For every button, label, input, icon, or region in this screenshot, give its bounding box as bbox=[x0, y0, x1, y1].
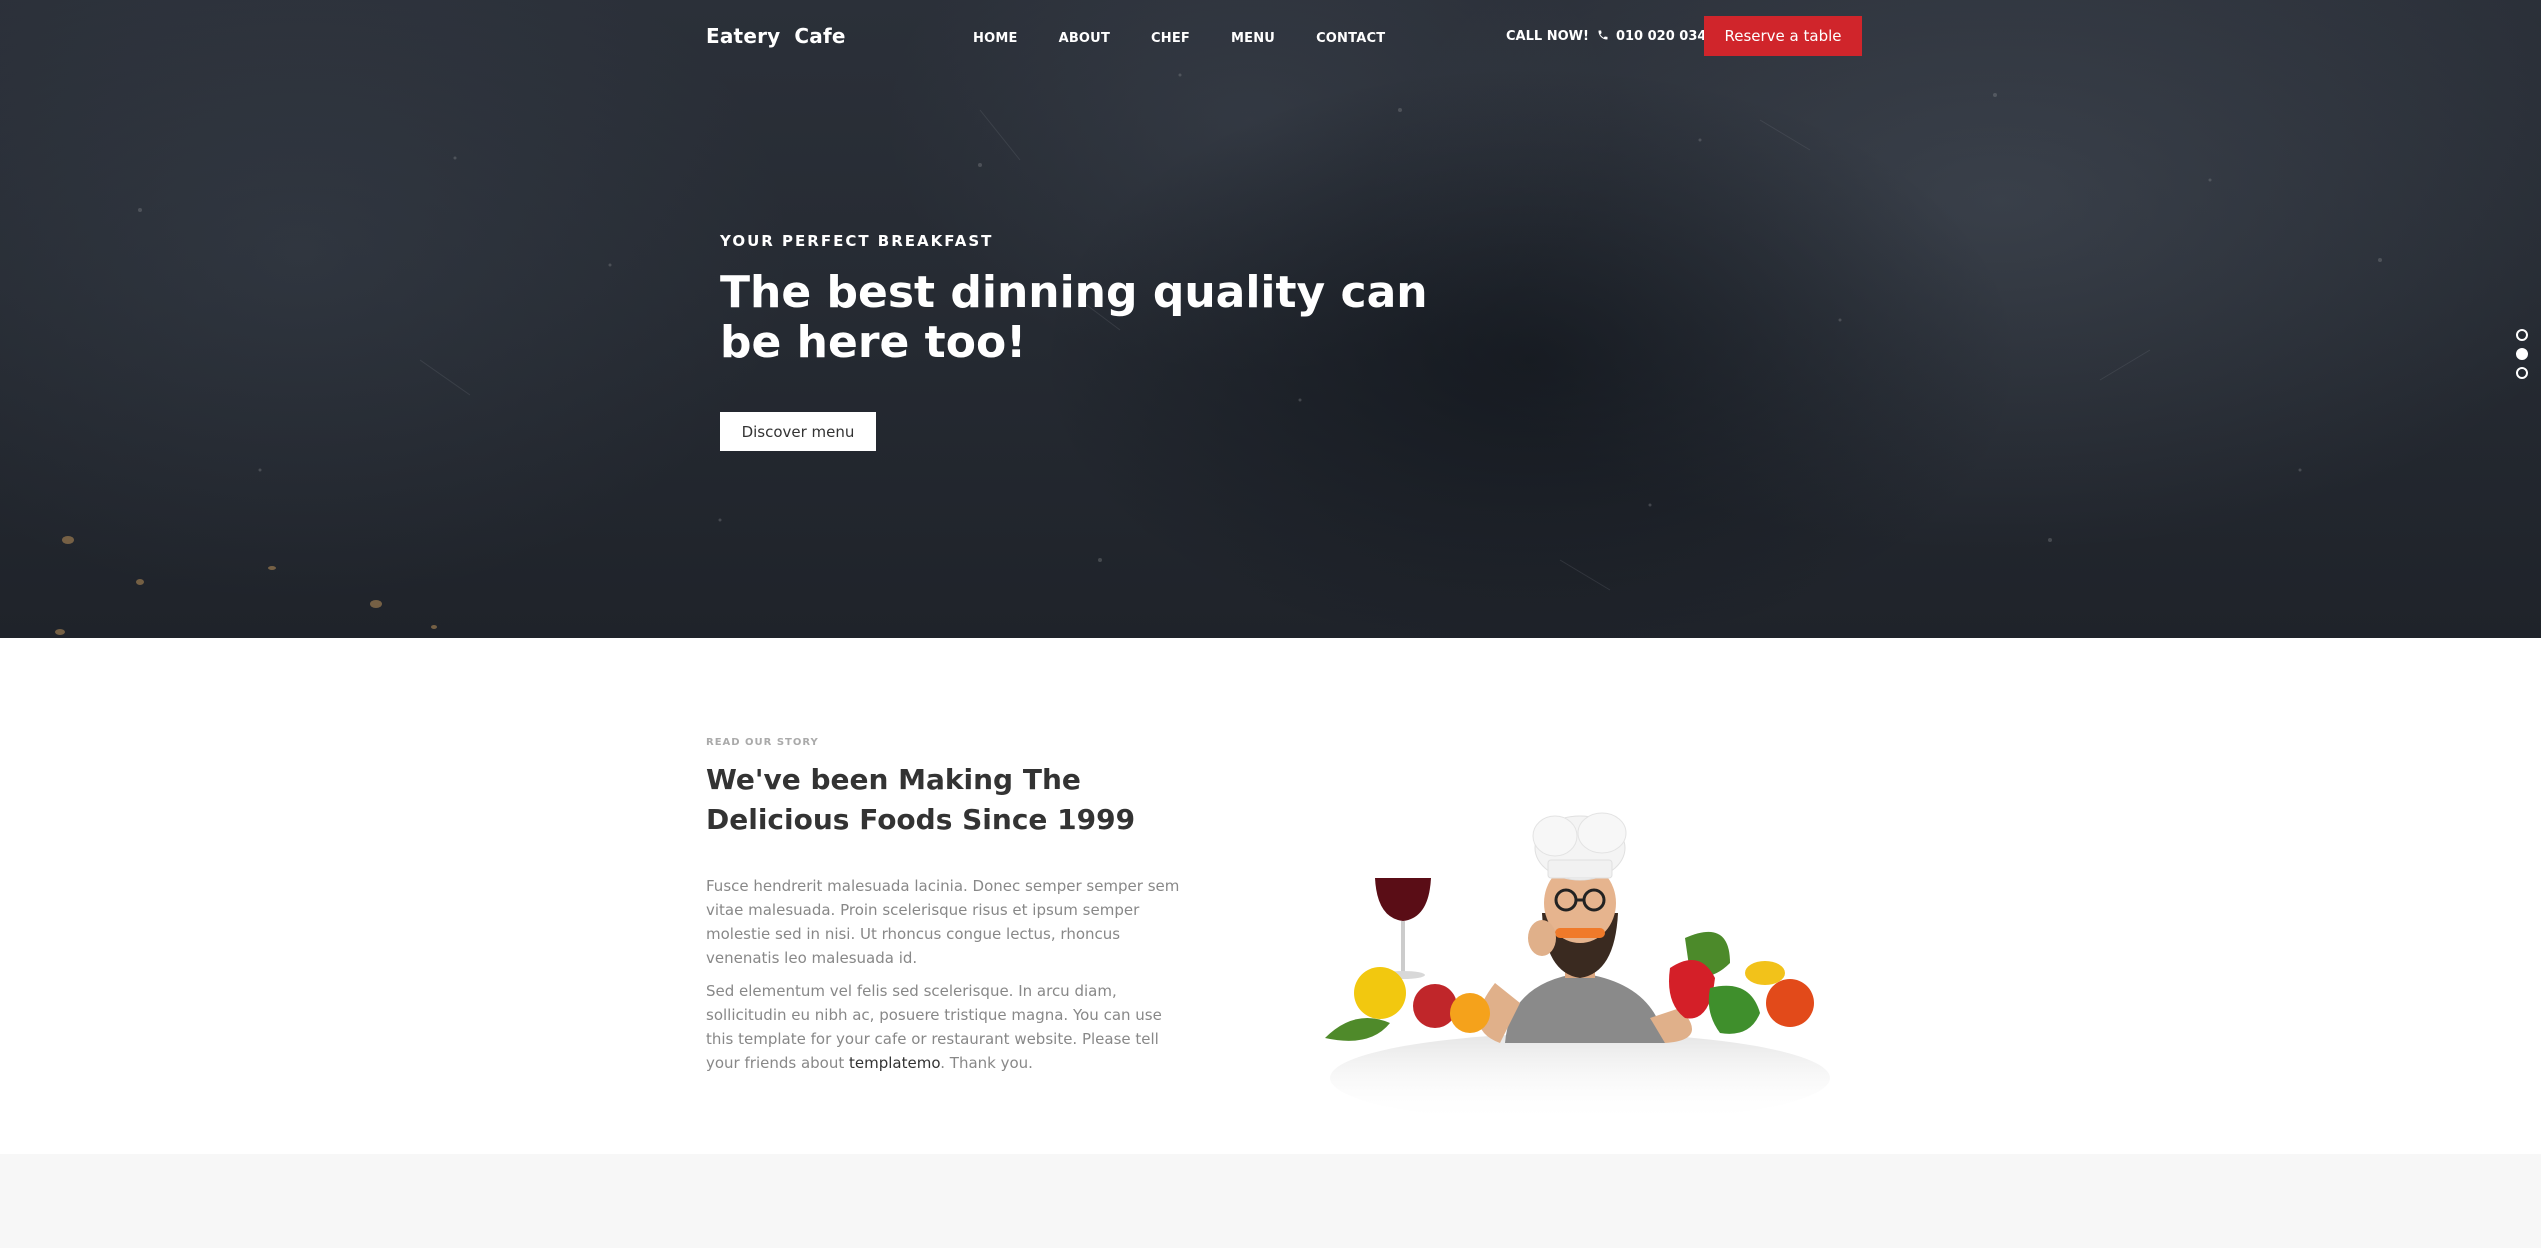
nav-link-chef[interactable]: CHEF bbox=[1151, 31, 1190, 46]
about-paragraph-2: Sed elementum vel felis sed scelerisque.… bbox=[706, 979, 1186, 1075]
discover-menu-button[interactable]: Discover menu bbox=[720, 412, 876, 451]
next-section bbox=[0, 1154, 2541, 1248]
hero-title: The best dinning quality can be here too… bbox=[720, 267, 1428, 368]
chef-with-vegetables-image bbox=[1325, 812, 1830, 1123]
slider-dot-3[interactable] bbox=[2516, 367, 2528, 379]
top-navbar: Eatery Cafe HOME ABOUT CHEF MENU CONTACT … bbox=[0, 0, 2541, 74]
about-kicker: READ OUR STORY bbox=[706, 737, 819, 748]
nav-link-menu[interactable]: MENU bbox=[1231, 31, 1275, 46]
templatemo-link[interactable]: templatemo bbox=[849, 1054, 940, 1072]
about-section: READ OUR STORY We've been Making The Del… bbox=[0, 638, 2541, 1154]
page: Eatery Cafe HOME ABOUT CHEF MENU CONTACT … bbox=[0, 0, 2541, 1248]
nav-link-contact[interactable]: CONTACT bbox=[1316, 31, 1385, 46]
brand-word-eatery: Eatery bbox=[706, 24, 781, 48]
brand-logo[interactable]: Eatery Cafe bbox=[706, 24, 860, 48]
about-paragraph-2-end: . Thank you. bbox=[940, 1054, 1033, 1072]
brand-word-cafe: Cafe bbox=[794, 24, 846, 48]
phone-icon bbox=[1598, 30, 1608, 40]
nav-link-about[interactable]: ABOUT bbox=[1059, 31, 1110, 46]
slider-dot-1[interactable] bbox=[2516, 329, 2528, 341]
main-nav-menu: HOME ABOUT CHEF MENU CONTACT bbox=[973, 29, 1426, 47]
nav-link-home[interactable]: HOME bbox=[973, 31, 1018, 46]
hero-section: Eatery Cafe HOME ABOUT CHEF MENU CONTACT … bbox=[0, 0, 2541, 638]
hero-kicker: YOUR PERFECT BREAKFAST bbox=[720, 232, 994, 250]
phone-number: 010 020 0340 bbox=[1615, 29, 1716, 44]
slider-dot-2[interactable] bbox=[2516, 348, 2528, 360]
about-title: We've been Making The Delicious Foods Si… bbox=[706, 763, 1136, 836]
slider-dots bbox=[2516, 329, 2528, 386]
reserve-table-button[interactable]: Reserve a table bbox=[1704, 16, 1862, 56]
call-now-label: CALL NOW! bbox=[1506, 29, 1589, 44]
about-paragraph-1: Fusce hendrerit malesuada lacinia. Donec… bbox=[706, 877, 1180, 967]
call-now-info: CALL NOW! 010 020 0340 bbox=[1506, 29, 1715, 44]
